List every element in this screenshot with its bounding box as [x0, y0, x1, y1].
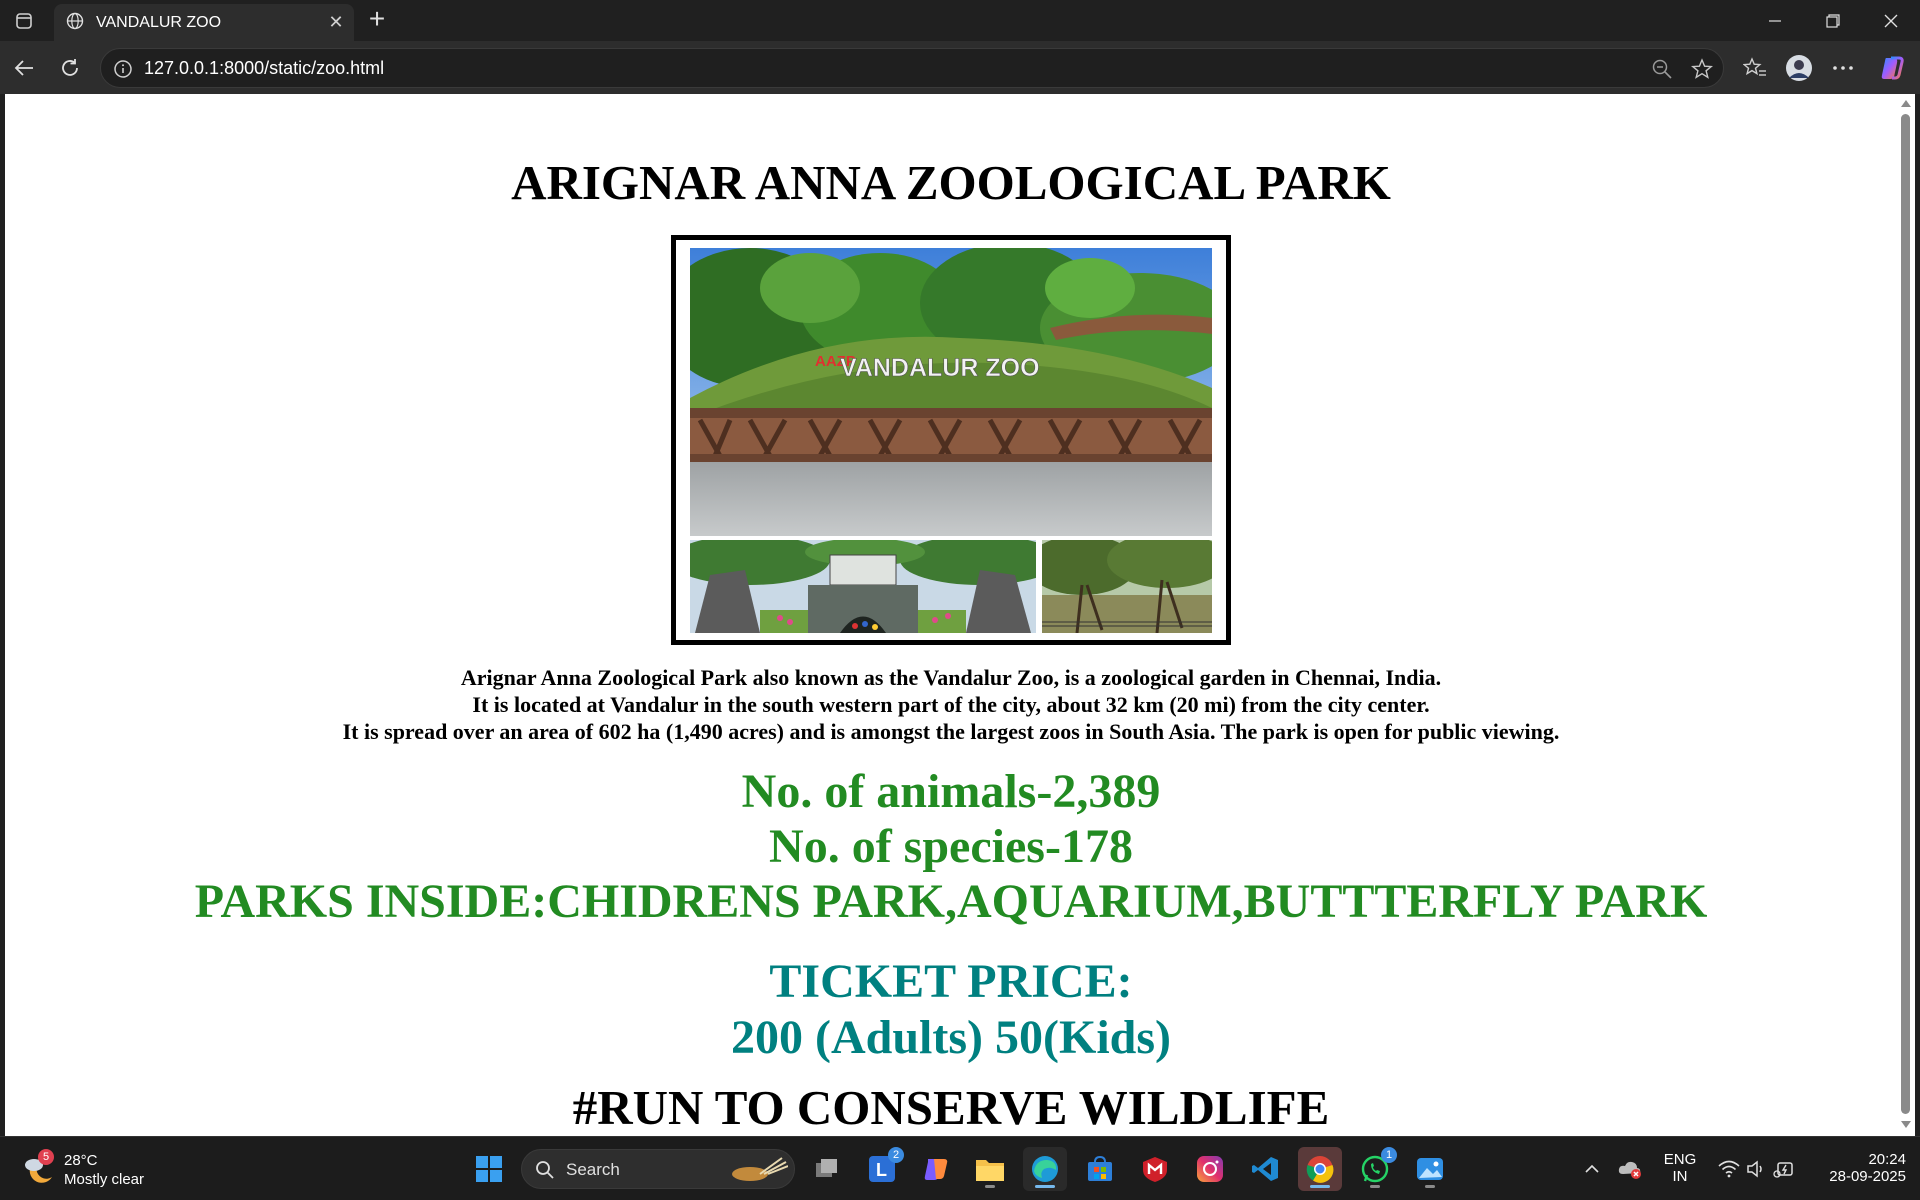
weather-temp: 28°C — [64, 1152, 98, 1169]
battery-icon[interactable] — [1770, 1147, 1800, 1191]
start-windows-icon[interactable] — [467, 1147, 511, 1191]
chrome-icon[interactable] — [1298, 1147, 1342, 1191]
teams-badge: 2 — [888, 1147, 904, 1163]
description-line: Arignar Anna Zoological Park also known … — [460, 665, 1442, 690]
taskbar-search[interactable]: Search — [521, 1149, 795, 1189]
store-icon[interactable] — [1078, 1147, 1122, 1191]
close-window-button[interactable] — [1862, 0, 1920, 41]
whatsapp-icon[interactable]: 1 — [1353, 1147, 1397, 1191]
scroll-up-icon[interactable] — [1901, 100, 1911, 107]
chevron-up-icon[interactable] — [1570, 1147, 1614, 1191]
running-indicator — [1425, 1185, 1435, 1188]
search-highlight-icon — [730, 1156, 789, 1188]
park-stats: No. of animals-2,389 No. of species-178 … — [5, 764, 1897, 929]
minimize-button[interactable] — [1746, 0, 1804, 41]
teams-l-icon[interactable]: L 2 — [860, 1147, 904, 1191]
browser-toolbar: 127.0.0.1:8000/static/zoo.html — [0, 41, 1920, 94]
animals-count: No. of animals-2,389 — [741, 765, 1161, 818]
favorites-icon[interactable] — [1741, 54, 1769, 82]
svg-text:L: L — [876, 1160, 887, 1180]
active-indicator — [1310, 1185, 1330, 1188]
site-info-icon[interactable] — [113, 59, 133, 79]
language-indicator[interactable]: ENG IN — [1660, 1151, 1700, 1185]
parks-inside: PARKS INSIDE:CHIDRENS PARK,AQUARIUM,BUTT… — [194, 875, 1708, 928]
url-text[interactable]: 127.0.0.1:8000/static/zoo.html — [144, 58, 384, 79]
active-indicator — [1035, 1185, 1055, 1188]
task-view-icon[interactable] — [805, 1147, 849, 1191]
running-indicator — [985, 1185, 995, 1188]
new-tab-button[interactable]: + — [362, 5, 392, 35]
mcafee-icon[interactable] — [1133, 1147, 1177, 1191]
scroll-down-icon[interactable] — [1901, 1121, 1911, 1128]
file-explorer-icon[interactable] — [968, 1147, 1012, 1191]
refresh-icon[interactable] — [56, 54, 84, 82]
favorite-star-icon[interactable] — [1690, 58, 1714, 80]
search-icon — [535, 1160, 555, 1184]
clock[interactable]: 20:24 28-09-2025 — [1806, 1151, 1906, 1185]
tab-strip: VANDALUR ZOO ✕ + — [0, 0, 1920, 41]
slogan: #RUN TO CONSERVE WILDLIFE — [572, 1080, 1330, 1135]
restore-button[interactable] — [1804, 0, 1862, 41]
close-icon[interactable]: ✕ — [322, 12, 350, 33]
weather-badge: 5 — [38, 1149, 54, 1165]
zoo-entrance-photo: AAZP VANDALUR ZOO — [690, 248, 1212, 536]
onedrive-error-icon[interactable] — [1610, 1147, 1650, 1191]
page-viewport[interactable]: ARIGNAR ANNA ZOOLOGICAL PARK AAZP VANDAL… — [5, 94, 1897, 1136]
tab-title: VANDALUR ZOO — [96, 13, 222, 31]
ticket-prices: 200 (Adults) 50(Kids) — [730, 1011, 1172, 1064]
vertical-scrollbar[interactable] — [1897, 94, 1915, 1136]
wifi-icon[interactable] — [1714, 1147, 1744, 1191]
vscode-icon[interactable] — [1243, 1147, 1287, 1191]
browser-tab[interactable]: VANDALUR ZOO ✕ — [54, 4, 354, 41]
lang-bottom: IN — [1672, 1168, 1688, 1185]
more-options-icon[interactable] — [1829, 54, 1857, 82]
globe-icon — [66, 12, 84, 34]
tab-actions-icon[interactable] — [14, 11, 34, 31]
park-description: Arignar Anna Zoological Park also known … — [5, 664, 1897, 745]
weather-desc: Mostly clear — [64, 1171, 145, 1188]
clock-date: 28-09-2025 — [1829, 1168, 1906, 1185]
search-label: Search — [566, 1160, 620, 1179]
photos-icon[interactable] — [1408, 1147, 1452, 1191]
zoo-trees-photo — [1042, 540, 1212, 633]
copilot-app-icon[interactable] — [914, 1147, 958, 1191]
whatsapp-badge: 1 — [1381, 1147, 1397, 1163]
zoom-out-icon[interactable] — [1651, 58, 1673, 80]
description-line: It is spread over an area of 602 ha (1,4… — [342, 719, 1560, 744]
ticket-info: TICKET PRICE: 200 (Adults) 50(Kids) — [5, 954, 1897, 1066]
back-arrow-icon[interactable] — [10, 54, 38, 82]
scroll-thumb[interactable] — [1901, 114, 1910, 1114]
lang-top: ENG — [1663, 1151, 1697, 1168]
zoo-photo-collage: AAZP VANDALUR ZOO — [671, 235, 1231, 645]
description-line: It is located at Vandalur in the south w… — [472, 692, 1430, 717]
zoo-gate-photo — [690, 540, 1036, 633]
taskbar: 5 28°C Mostly clear Search L 2 1 ENG IN … — [0, 1136, 1920, 1200]
volume-icon[interactable] — [1742, 1147, 1772, 1191]
ticket-heading: TICKET PRICE: — [769, 955, 1133, 1008]
species-count: No. of species-178 — [769, 820, 1133, 873]
sign-text: VANDALUR ZOO — [840, 354, 1040, 382]
weather-widget[interactable]: 5 28°C Mostly clear — [22, 1149, 182, 1191]
profile-avatar[interactable] — [1785, 54, 1813, 82]
edge-icon[interactable] — [1023, 1147, 1067, 1191]
clock-time: 20:24 — [1868, 1151, 1906, 1168]
copilot-icon[interactable] — [1878, 54, 1906, 82]
running-indicator — [1370, 1185, 1380, 1188]
page-title: ARIGNAR ANNA ZOOLOGICAL PARK — [511, 155, 1391, 210]
instagram-icon[interactable] — [1188, 1147, 1232, 1191]
address-bar[interactable]: 127.0.0.1:8000/static/zoo.html — [100, 48, 1724, 88]
